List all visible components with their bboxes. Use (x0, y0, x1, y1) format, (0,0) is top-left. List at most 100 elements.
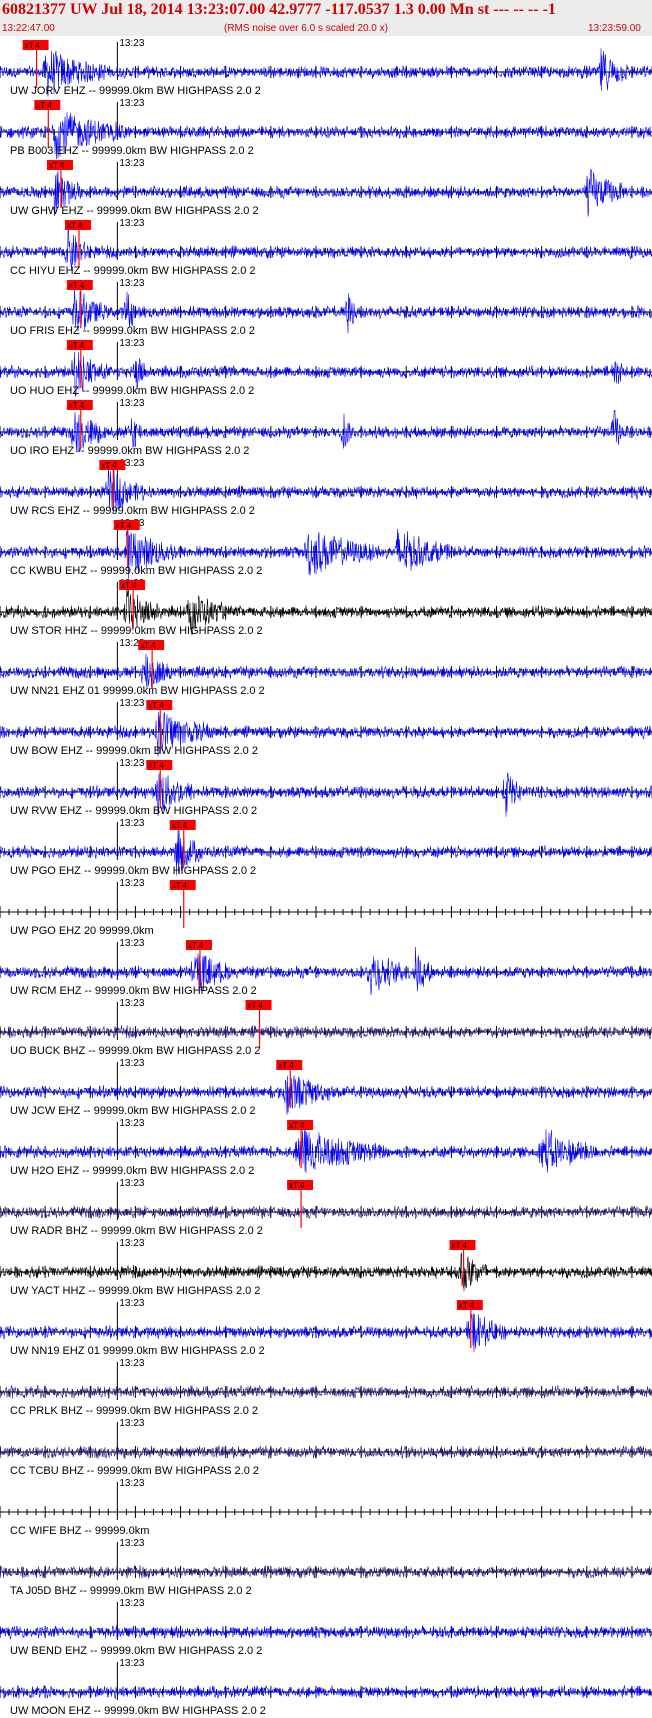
minute-tick-label: 13:23 (119, 1118, 144, 1129)
station-label: UW H2O EHZ -- 99999.0km BW HIGHPASS 2.0 … (10, 1165, 254, 1177)
station-label: UW STOR HHZ -- 99999.0km BW HIGHPASS 2.0… (10, 625, 263, 637)
pick-label: xT 4 (67, 221, 83, 230)
station-label: UO HUO EHZ -- 99999.0km BW HIGHPASS 2.0 … (10, 385, 254, 397)
station-label: UO FRIS EHZ -- 99999.0km BW HIGHPASS 2.0… (10, 325, 255, 337)
station-label: UO BUCK BHZ -- 99999.0km BW HIGHPASS 2.0… (10, 1045, 260, 1057)
pick-label: xT 4 (25, 41, 41, 50)
pick-label: xT 4 (452, 1241, 468, 1250)
minute-tick-label: 13:23 (119, 878, 144, 889)
station-label: PB B003 EHZ -- 99999.0km BW HIGHPASS 2.0… (10, 145, 254, 157)
minute-tick-label: 13:23 (119, 1058, 144, 1069)
station-label: UW JCW EHZ -- 99999.0km BW HIGHPASS 2.0 … (10, 1105, 256, 1117)
minute-tick-label: 13:23 (119, 1478, 144, 1489)
station-label: UW NN21 EHZ 01 99999.0km BW HIGHPASS 2.0… (10, 685, 265, 697)
trace-row: 13:23 xT 4 UW JCW EHZ -- 99999.0km BW HIGH… (0, 1058, 652, 1117)
pick-label: xT 4 (69, 281, 85, 290)
trace-row: 13:23 xT 4 UO FRIS EHZ -- 99999.0km BW HIG… (0, 278, 652, 337)
trace-row: 13:23 xT 4 UW PGO EHZ 20 99999.0km (0, 878, 652, 937)
trace-row: 13:23xT 4CC KWBU EHZ -- 99999.0km BW HIG… (0, 518, 652, 579)
station-label: CC HIYU EHZ -- 99999.0km BW HIGHPASS 2.0… (10, 265, 256, 277)
station-label: UW MOON EHZ -- 99999.0km BW HIGHPASS 2.0… (10, 1705, 266, 1717)
station-label: UW BOW EHZ -- 99999.0km BW HIGHPASS 2.0 … (10, 745, 258, 757)
station-label: UW YACT HHZ -- 99999.0km BW HIGHPASS 2.0… (10, 1285, 260, 1297)
pick-label: xT 4 (36, 101, 52, 110)
minute-tick-label: 13:23 (119, 938, 144, 949)
trace-row: 13:23 xT 4 UW RADR BHZ -- 99999.0km BW HIG… (0, 1178, 652, 1237)
trace-row: 13:23 xT 4 UW BOW EHZ -- 99999.0km BW HIGH… (0, 698, 652, 757)
trace-row: 13:23 xT 4 UO HUO EHZ -- 99999.0km BW HIGH… (0, 338, 652, 397)
station-label: TA J05D BHZ -- 99999.0km BW HIGHPASS 2.0… (10, 1585, 252, 1597)
pick-label: xT 4 (116, 521, 132, 530)
minute-tick-label: 13:23 (119, 218, 144, 229)
trace-row: 13:23 xT 4 UW PGO EHZ -- 99999.0km BW HIGH… (0, 818, 652, 877)
trace-row: 13:23 xT 4 UW H2O EHZ -- 99999.0km BW HIGH… (0, 1118, 652, 1177)
pick-label: xT 4 (121, 581, 137, 590)
trace-row: 13:23 CC PRLK BHZ -- 99999.0km BW HIGHPAS… (0, 1358, 652, 1417)
pick-label: xT 4 (140, 641, 156, 650)
seismogram-plot: 13:23 xT 4 UW JORV EHZ -- 99999.0km BW HIG… (0, 38, 652, 1717)
pick-label: xT 4 (289, 1121, 305, 1130)
station-label: UW BEND EHZ -- 99999.0km BW HIGHPASS 2.0… (10, 1645, 262, 1657)
pick-label: xT 4 (188, 941, 204, 950)
minute-tick-label: 13:23 (119, 758, 144, 769)
waveform (0, 653, 652, 689)
station-label: CC PRLK BHZ -- 99999.0km BW HIGHPASS 2.0… (10, 1405, 258, 1417)
trace-row: 13:23 xT 4 UW NN19 EHZ 01 99999.0km BW HIG… (0, 1298, 652, 1357)
minute-tick-label: 13:23 (119, 1418, 144, 1429)
station-label: UO IRO EHZ -- 99999.0km BW HIGHPASS 2.0 … (10, 445, 249, 457)
event-title: 60821377 UW Jul 18, 2014 13:23:07.00 42.… (2, 1, 556, 18)
station-label: UW RCS EHZ -- 99999.0km BW HIGHPASS 2.0 … (10, 505, 255, 517)
trace-row: 13:23 xT 4 UO IRO EHZ -- 99999.0km BW HIGH… (0, 398, 652, 457)
rms-note: (RMS noise over 6.0 s scaled 20.0 x) (224, 23, 388, 34)
pick-label: xT 4 (289, 1181, 305, 1190)
pick-label: xT 4 (69, 341, 85, 350)
station-label: UW PGO EHZ -- 99999.0km BW HIGHPASS 2.0 … (10, 865, 256, 877)
pick-label: xT 4 (248, 1001, 264, 1010)
trace-row: 13:23 xT 4 UW RCM EHZ -- 99999.0km BW HIGH… (0, 938, 652, 997)
minute-tick-label: 13:23 (119, 278, 144, 289)
pick-label: xT 4 (148, 761, 164, 770)
header-bar: 60821377 UW Jul 18, 2014 13:23:07.00 42.… (0, 0, 652, 36)
trace-row: 13:23 xT 4 CC HIYU EHZ -- 99999.0km BW HIG… (0, 218, 652, 277)
station-label: CC KWBU EHZ -- 99999.0km BW HIGHPASS 2.0… (10, 565, 262, 577)
minute-tick-label: 13:23 (119, 158, 144, 169)
minute-tick-label: 13:23 (119, 1238, 144, 1249)
station-label: UW PGO EHZ 20 99999.0km (10, 925, 154, 937)
trace-row: 13:23 xT 4 UW RVW EHZ -- 99999.0km BW HIGH… (0, 758, 652, 817)
minute-tick-label: 13:23 (119, 1598, 144, 1609)
station-label: UW RVW EHZ -- 99999.0km BW HIGHPASS 2.0 … (10, 805, 257, 817)
minute-tick-label: 13:23 (119, 998, 144, 1009)
trace-row: 13:23xT 4UW STOR HHZ -- 99999.0km BW HIG… (0, 578, 652, 637)
trace-row: 13:23 CC WIFE BHZ -- 99999.0km (0, 1478, 652, 1537)
trace-row: 13:23 UW BEND EHZ -- 99999.0km BW HIGHPAS… (0, 1598, 652, 1657)
minute-tick-label: 13:23 (119, 1178, 144, 1189)
station-label: UW GHW EHZ -- 99999.0km BW HIGHPASS 2.0 … (10, 205, 259, 217)
minute-tick-label: 13:23 (119, 98, 144, 109)
trace-row: 13:23 CC TCBU BHZ -- 99999.0km BW HIGHPAS… (0, 1418, 652, 1477)
station-label: UW JORV EHZ -- 99999.0km BW HIGHPASS 2.0… (10, 85, 261, 97)
trace-row: 13:23 xT 4 UO BUCK BHZ -- 99999.0km BW HIG… (0, 998, 652, 1057)
minute-tick-label: 13:23 (119, 1298, 144, 1309)
pick-label: xT 4 (172, 881, 188, 890)
trace-row: 13:23 xT 4 UW YACT HHZ -- 99999.0km BW HIG… (0, 1238, 652, 1297)
pick-label: xT 4 (69, 401, 85, 410)
station-label: CC WIFE BHZ -- 99999.0km (10, 1525, 149, 1537)
trace-row: 13:23 xT 4 UW GHW EHZ -- 99999.0km BW HIGH… (0, 158, 652, 217)
pick-label: xT 4 (101, 461, 117, 470)
pick-label: xT 4 (459, 1301, 475, 1310)
trace-row: 13:23 xT 4 PB B003 EHZ -- 99999.0km BW HIG… (0, 98, 652, 160)
trace-row: 13:23 UW MOON EHZ -- 99999.0km BW HIGHPAS… (0, 1658, 652, 1717)
station-label: UW NN19 EHZ 01 99999.0km BW HIGHPASS 2.0… (10, 1345, 265, 1357)
minute-tick-label: 13:23 (119, 1538, 144, 1549)
minute-tick-label: 13:23 (119, 338, 144, 349)
minute-tick-label: 13:23 (119, 1358, 144, 1369)
minute-tick-label: 13:23 (119, 38, 144, 49)
pick-label: xT 4 (278, 1061, 294, 1070)
end-time-label: 13:23:59.00 (588, 23, 641, 34)
pick-label: xT 4 (148, 701, 164, 710)
minute-tick-label: 13:23 (119, 698, 144, 709)
trace-row: 13:23xT 4UW RCS EHZ -- 99999.0km BW HIGH… (0, 458, 652, 517)
pick-label: xT 4 (172, 821, 188, 830)
station-label: UW RCM EHZ -- 99999.0km BW HIGHPASS 2.0 … (10, 985, 257, 997)
minute-tick-label: 13:23 (119, 398, 144, 409)
